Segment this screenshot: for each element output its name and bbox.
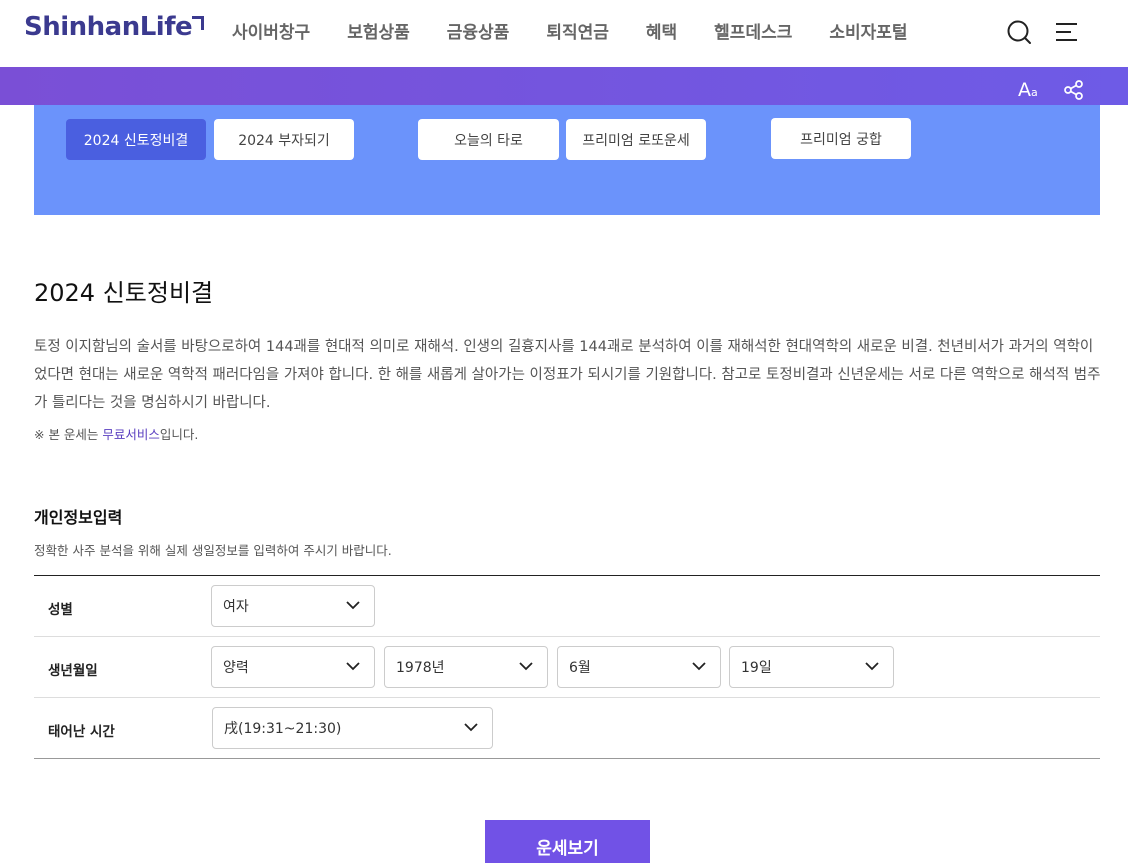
gender-label: 성별 [48,602,73,618]
nav-item-benefits[interactable]: 혜택 [646,18,677,43]
share-icon[interactable] [1063,79,1085,101]
form-row-birthdate: 생년월일 양력 1978년 6월 19일 [34,637,1100,698]
nav-item-pension[interactable]: 퇴직연금 [546,18,609,43]
chevron-down-icon [865,662,879,671]
form-row-gender: 성별 여자 [34,576,1100,637]
service-note: ※ 본 운세는 무료서비스입니다. [34,424,198,443]
birth-time-label: 태어난 시간 [48,724,115,740]
calendar-type-value: 양력 [223,660,249,676]
nav-item-cyber-window[interactable]: 사이버창구 [232,18,310,43]
birthdate-label: 생년월일 [48,663,98,679]
logo-mark-icon [192,16,205,30]
free-service-link[interactable]: 무료서비스 [102,427,160,442]
font-size-label-small: a [1031,86,1038,99]
hamburger-menu-icon[interactable] [1053,18,1081,46]
shinhanlife-logo[interactable]: ShinhanLife [24,12,205,42]
gender-value: 여자 [223,599,249,615]
personal-info-form: 성별 여자 생년월일 양력 1978년 6월 19일 태어난 시간 戌(19:3… [34,575,1100,759]
tab-today-tarot[interactable]: 오늘의 타로 [418,119,559,160]
font-size-label-large: A [1018,79,1031,101]
year-select[interactable]: 1978년 [384,646,548,688]
nav-item-consumer-portal[interactable]: 소비자포털 [829,18,907,43]
tab-2024-tojeong[interactable]: 2024 신토정비결 [66,119,206,160]
year-value: 1978년 [396,660,445,676]
gender-select[interactable]: 여자 [211,585,375,627]
section-title: 개인정보입력 [34,508,123,527]
main-nav: 사이버창구 보험상품 금융상품 퇴직연금 혜택 헬프데스크 소비자포털 [232,18,945,43]
font-size-icon[interactable]: Aa [1018,79,1038,101]
nav-item-insurance[interactable]: 보험상품 [347,18,410,43]
chevron-down-icon [346,601,360,610]
tab-premium-compatibility[interactable]: 프리미엄 궁합 [771,118,911,159]
logo-text: ShinhanLife [24,12,193,42]
fortune-tab-panel: 2024 신토정비결 2024 부자되기 오늘의 타로 프리미엄 로또운세 프리… [34,105,1100,215]
form-row-birth-time: 태어난 시간 戌(19:31~21:30) [34,698,1100,759]
calendar-type-select[interactable]: 양력 [211,646,375,688]
chevron-down-icon [692,662,706,671]
note-prefix: ※ 본 운세는 [34,427,103,442]
day-select[interactable]: 19일 [729,646,894,688]
nav-item-finance[interactable]: 금융상품 [447,18,510,43]
search-icon[interactable] [1005,18,1033,46]
tab-premium-lotto[interactable]: 프리미엄 로또운세 [566,119,706,160]
nav-item-helpdesk[interactable]: 헬프데스크 [714,18,792,43]
chevron-down-icon [464,723,478,732]
month-select[interactable]: 6월 [557,646,721,688]
page-description: 토정 이지함님의 술서를 바탕으로하여 144괘를 현대적 의미로 재해석. 인… [34,339,1101,411]
tab-2024-wealth[interactable]: 2024 부자되기 [214,119,354,160]
chevron-down-icon [519,662,533,671]
note-suffix: 입니다. [159,427,199,442]
view-fortune-button[interactable]: 운세보기 [485,820,650,863]
chevron-down-icon [346,662,360,671]
day-value: 19일 [741,660,772,676]
birth-time-value: 戌(19:31~21:30) [224,721,342,737]
page-title: 2024 신토정비결 [34,279,214,307]
section-description: 정확한 사주 분석을 위해 실제 생일정보를 입력하여 주시기 바랍니다. [34,543,392,558]
site-header: ShinhanLife 사이버창구 보험상품 금융상품 퇴직연금 혜택 헬프데스… [0,0,1128,67]
birth-time-select[interactable]: 戌(19:31~21:30) [212,707,493,749]
utility-bar: Aa [0,67,1128,105]
month-value: 6월 [569,660,591,676]
